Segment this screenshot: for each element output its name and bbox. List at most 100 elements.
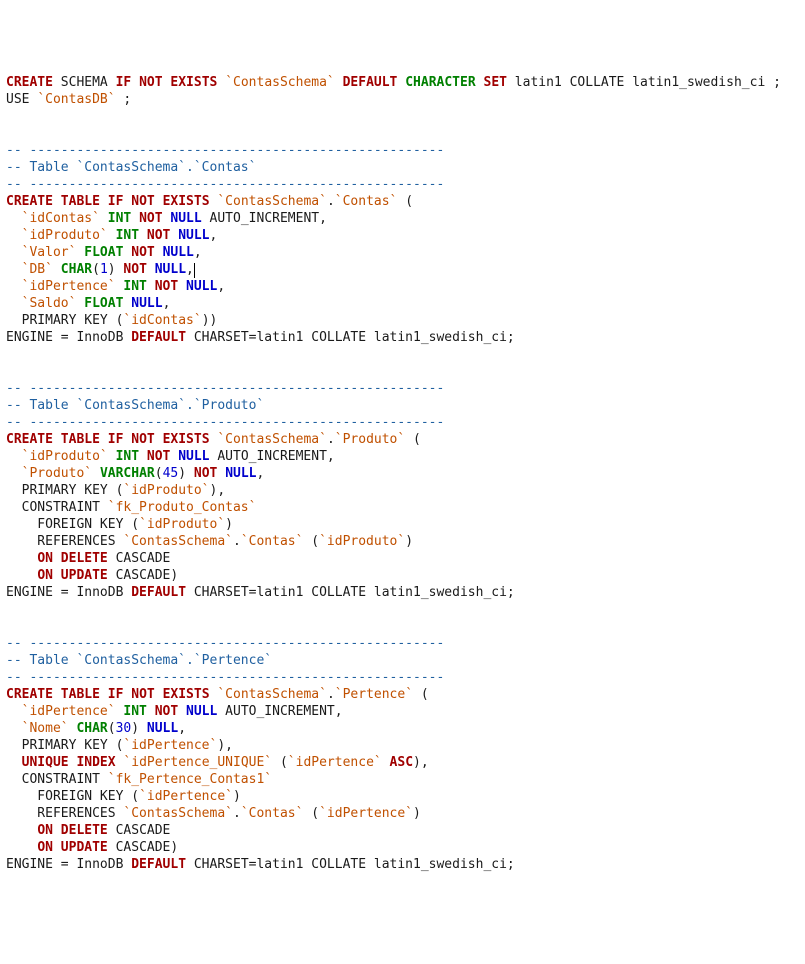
code-token: , [178, 721, 186, 736]
code-token: `ContasDB` [37, 92, 115, 107]
code-token: INT [116, 228, 139, 243]
code-token: FLOAT [84, 245, 123, 260]
code-token: , [194, 245, 202, 260]
code-token: EXISTS [163, 432, 210, 447]
code-token: CASCADE) [108, 840, 178, 855]
code-token [155, 432, 163, 447]
code-token: `Saldo` [22, 296, 77, 311]
code-token: EXISTS [170, 75, 217, 90]
code-token: DELETE [61, 823, 108, 838]
code-token: AUTO_INCREMENT, [217, 704, 342, 719]
code-token: NULL [178, 449, 209, 464]
code-token: CHARACTER [405, 75, 475, 90]
code-token: IF [108, 432, 124, 447]
code-token: ON [37, 551, 53, 566]
code-token: IF [108, 194, 124, 209]
code-token: `Pertence` [335, 687, 413, 702]
code-token: NOT [155, 279, 178, 294]
code-token: CONSTRAINT [6, 772, 108, 787]
code-token: . [233, 806, 241, 821]
code-token: CHAR [76, 721, 107, 736]
code-token [217, 466, 225, 481]
code-token: NULL [225, 466, 256, 481]
code-token: EXISTS [163, 194, 210, 209]
code-token: CASCADE [108, 823, 171, 838]
code-token: `Produto` [335, 432, 405, 447]
text-cursor [194, 263, 195, 278]
code-token: REFERENCES [6, 806, 123, 821]
code-token: CHARSET=latin1 COLLATE latin1_swedish_ci… [186, 330, 515, 345]
code-token: `Valor` [22, 245, 77, 260]
code-token: `ContasSchema` [217, 194, 327, 209]
code-token [53, 432, 61, 447]
code-token: ( [108, 721, 116, 736]
code-token: DEFAULT [131, 330, 186, 345]
code-token: ( [155, 466, 163, 481]
code-token: TABLE [61, 194, 100, 209]
code-token [100, 687, 108, 702]
code-token: CREATE [6, 194, 53, 209]
code-token: UNIQUE [22, 755, 69, 770]
code-token: ), [413, 755, 429, 770]
code-token: ), [217, 738, 233, 753]
code-token: , [163, 296, 171, 311]
code-token: ( [303, 806, 319, 821]
code-token: NOT [147, 228, 170, 243]
code-token [6, 551, 37, 566]
code-token: REFERENCES [6, 534, 123, 549]
code-token [139, 228, 147, 243]
code-token [6, 228, 22, 243]
code-token [6, 721, 22, 736]
code-token: ENGINE = InnoDB [6, 585, 131, 600]
code-token: -- -------------------------------------… [6, 415, 444, 430]
code-token [6, 840, 37, 855]
code-token [53, 551, 61, 566]
code-token [100, 211, 108, 226]
code-token: DELETE [61, 551, 108, 566]
code-token: NULL [155, 262, 186, 277]
code-token: USE [6, 92, 37, 107]
code-token [108, 449, 116, 464]
code-token [6, 823, 37, 838]
code-token [6, 211, 22, 226]
code-token: `Contas` [335, 194, 398, 209]
code-token: `ContasSchema` [217, 432, 327, 447]
code-token [382, 755, 390, 770]
code-token: VARCHAR [100, 466, 155, 481]
code-token [53, 840, 61, 855]
code-token: . [327, 432, 335, 447]
code-token [53, 262, 61, 277]
code-token [476, 75, 484, 90]
code-token: `idPertence` [123, 738, 217, 753]
code-token: TABLE [61, 432, 100, 447]
code-token: `fk_Pertence_Contas1` [108, 772, 272, 787]
code-token: `idContas` [123, 313, 201, 328]
code-token: IF [116, 75, 132, 90]
code-token: . [327, 194, 335, 209]
code-token [53, 194, 61, 209]
code-token: NOT [139, 211, 162, 226]
code-token: `ContasSchema` [123, 806, 233, 821]
code-token [139, 449, 147, 464]
code-token: `idProduto` [319, 534, 405, 549]
code-token: ON [37, 823, 53, 838]
code-token: UPDATE [61, 840, 108, 855]
code-token: `idPertence` [139, 789, 233, 804]
code-token [217, 75, 225, 90]
code-token [6, 279, 22, 294]
sql-code-block[interactable]: CREATE SCHEMA IF NOT EXISTS `ContasSchem… [6, 74, 799, 873]
code-token: CREATE [6, 687, 53, 702]
code-token [53, 687, 61, 702]
code-token: CHAR [61, 262, 92, 277]
code-token: AUTO_INCREMENT, [210, 449, 335, 464]
code-token: CREATE [6, 432, 53, 447]
code-token: , [186, 262, 194, 277]
code-token [6, 449, 22, 464]
code-token: -- -------------------------------------… [6, 670, 444, 685]
code-token: ) [225, 517, 233, 532]
code-token [335, 75, 343, 90]
code-token: )) [202, 313, 218, 328]
code-token: PRIMARY KEY ( [6, 483, 123, 498]
code-token: NOT [147, 449, 170, 464]
code-token: , [217, 279, 225, 294]
